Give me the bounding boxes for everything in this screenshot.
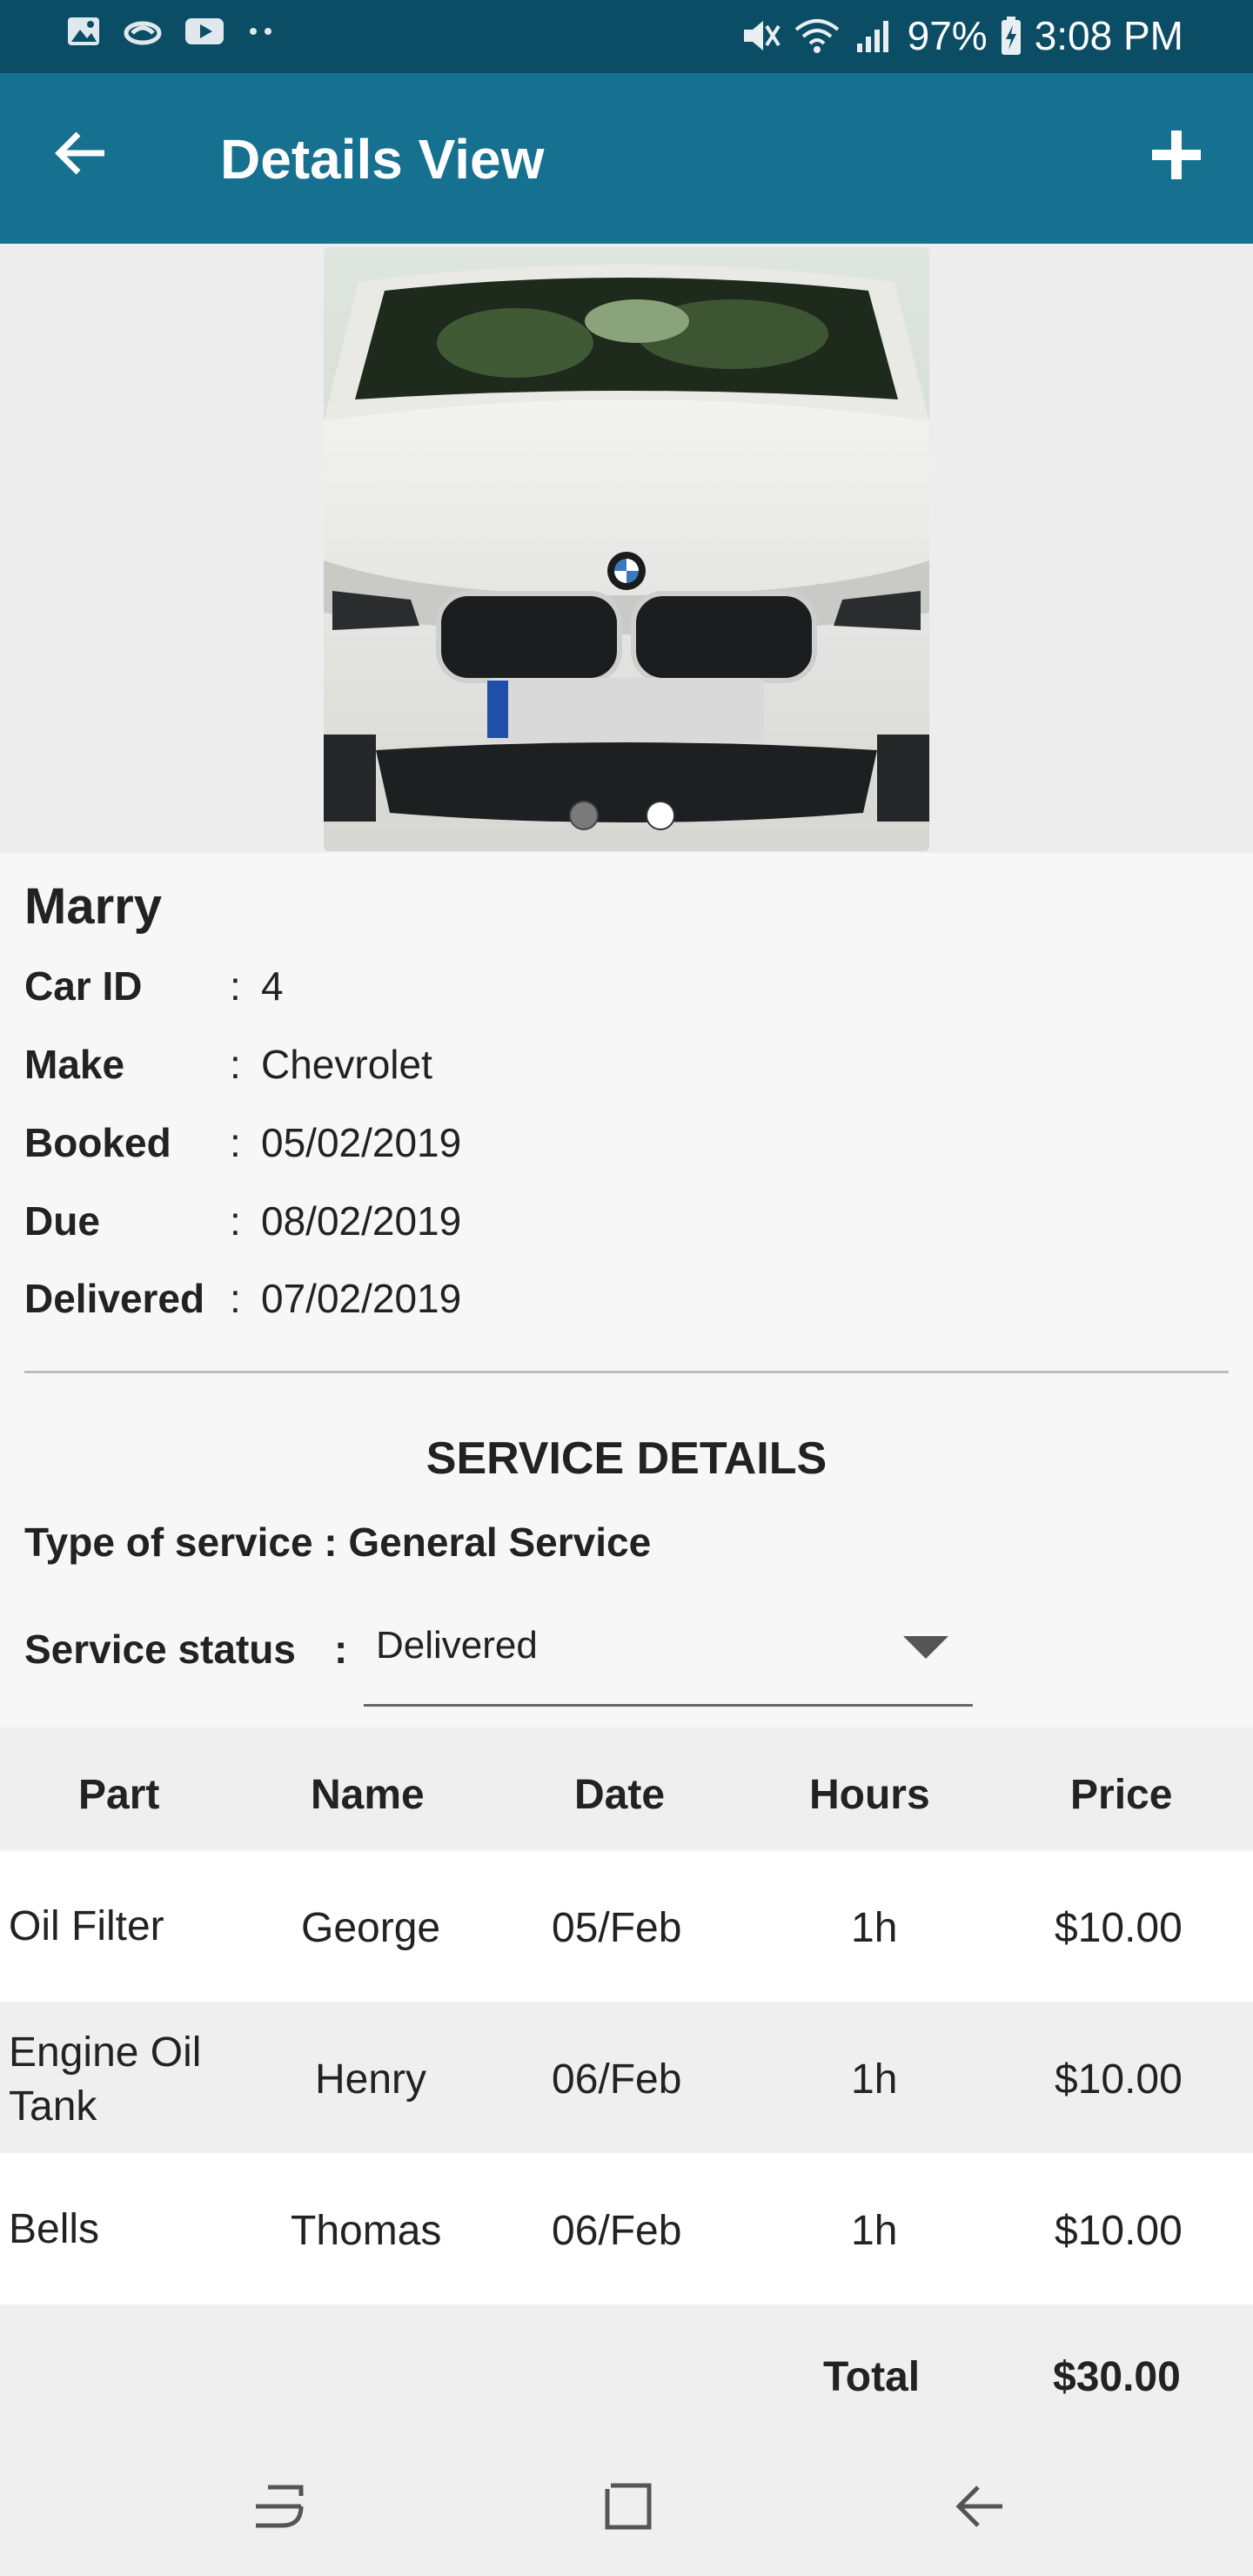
field-value: 07/02/2019 <box>261 1276 462 1321</box>
field-make: Make : Chevrolet <box>24 1042 432 1087</box>
nav-back-button[interactable] <box>954 2480 1006 2537</box>
youtube-icon <box>185 18 224 44</box>
app-bar: Details View <box>0 73 1253 244</box>
row-part: Bells <box>9 2206 100 2252</box>
header-hours: Hours <box>809 1772 930 1818</box>
field-label: Make <box>24 1042 125 1087</box>
more-dots-icon <box>250 28 271 35</box>
recents-icon <box>256 2485 304 2528</box>
row-part: Oil Filter <box>9 1903 164 1949</box>
table-row[interactable]: Bells Thomas 06/Feb 1h $10.00 <box>0 2153 1253 2304</box>
arrow-left-icon <box>55 131 104 175</box>
field-value: Chevrolet <box>261 1042 432 1087</box>
wifi-icon <box>794 19 839 53</box>
customer-name: Marry <box>24 878 162 935</box>
header-part: Part <box>78 1772 160 1818</box>
service-status-dropdown[interactable]: Delivered <box>364 1607 973 1707</box>
table-row[interactable]: Oil Filter George 05/Feb 1h $10.00 <box>0 1852 1253 2002</box>
row-hours: 1h <box>851 1905 898 1951</box>
home-icon <box>605 2483 652 2530</box>
field-label: Due <box>24 1198 100 1244</box>
row-hours: 1h <box>851 2056 898 2103</box>
carousel-dot-1[interactable] <box>569 801 599 830</box>
row-name: George <box>301 1905 441 1951</box>
home-button[interactable] <box>602 2480 654 2537</box>
row-name: Thomas <box>291 2208 442 2254</box>
field-delivered: Delivered : 07/02/2019 <box>24 1276 462 1321</box>
service-details-heading: SERVICE DETAILS <box>425 1433 828 1484</box>
row-price: $10.00 <box>1055 1905 1183 1951</box>
dropdown-arrow-icon <box>903 1636 948 1659</box>
page-title: Details View <box>220 128 545 191</box>
row-date: 06/Feb <box>552 2056 682 2103</box>
row-date: 05/Feb <box>552 1905 682 1951</box>
row-part: Engine Oil Tank <box>9 2029 202 2130</box>
total-value: $30.00 <box>1053 2354 1181 2400</box>
field-value: 08/02/2019 <box>261 1198 462 1244</box>
status-bar: 97% 3:08 PM <box>0 0 1253 73</box>
service-type: Type of service : General Service <box>24 1519 652 1565</box>
car-photo <box>324 247 929 851</box>
divider <box>24 1371 1229 1373</box>
field-label: Car ID <box>24 963 143 1009</box>
row-price: $10.00 <box>1055 2056 1183 2103</box>
back-button[interactable] <box>54 131 108 180</box>
row-hours: 1h <box>851 2208 898 2254</box>
battery-percent: 97% <box>907 13 988 58</box>
total-label: Total <box>823 2354 921 2400</box>
header-date: Date <box>574 1772 666 1818</box>
image-icon <box>68 17 99 45</box>
field-due: Due : 08/02/2019 <box>24 1198 462 1244</box>
field-label: Delivered <box>24 1276 205 1321</box>
field-value: 05/02/2019 <box>261 1120 462 1165</box>
field-value: 4 <box>261 963 284 1009</box>
plus-icon <box>1152 131 1201 179</box>
cloud-icon <box>124 21 162 45</box>
row-price: $10.00 <box>1055 2208 1183 2254</box>
status-left-icons <box>66 16 275 47</box>
header-name: Name <box>311 1772 425 1818</box>
row-name: Henry <box>315 2056 427 2103</box>
field-booked: Booked : 05/02/2019 <box>24 1120 462 1165</box>
car-image-carousel[interactable] <box>324 247 929 851</box>
status-right: 97% 3:08 PM <box>740 12 1183 59</box>
table-row[interactable]: Engine Oil Tank Henry 06/Feb 1h $10.00 <box>0 2002 1253 2153</box>
recents-button[interactable] <box>252 2480 305 2537</box>
signal-icon <box>856 21 888 52</box>
carousel-dot-2[interactable] <box>646 801 675 830</box>
field-label: Booked <box>24 1120 171 1165</box>
battery-charging-icon <box>1001 17 1021 55</box>
back-icon <box>955 2485 1002 2527</box>
system-nav-bar <box>0 2437 1253 2576</box>
field-car-id: Car ID : 4 <box>24 963 284 1009</box>
mute-icon <box>743 21 781 50</box>
service-status-colon: : <box>334 1627 348 1672</box>
customer-details: Marry <box>24 877 162 936</box>
clock: 3:08 PM <box>1034 13 1183 58</box>
service-status-value: Delivered <box>376 1624 538 1667</box>
header-price: Price <box>1070 1772 1173 1818</box>
add-button[interactable] <box>1149 127 1204 187</box>
service-status-label: Service status <box>24 1627 296 1672</box>
row-date: 06/Feb <box>552 2208 682 2254</box>
